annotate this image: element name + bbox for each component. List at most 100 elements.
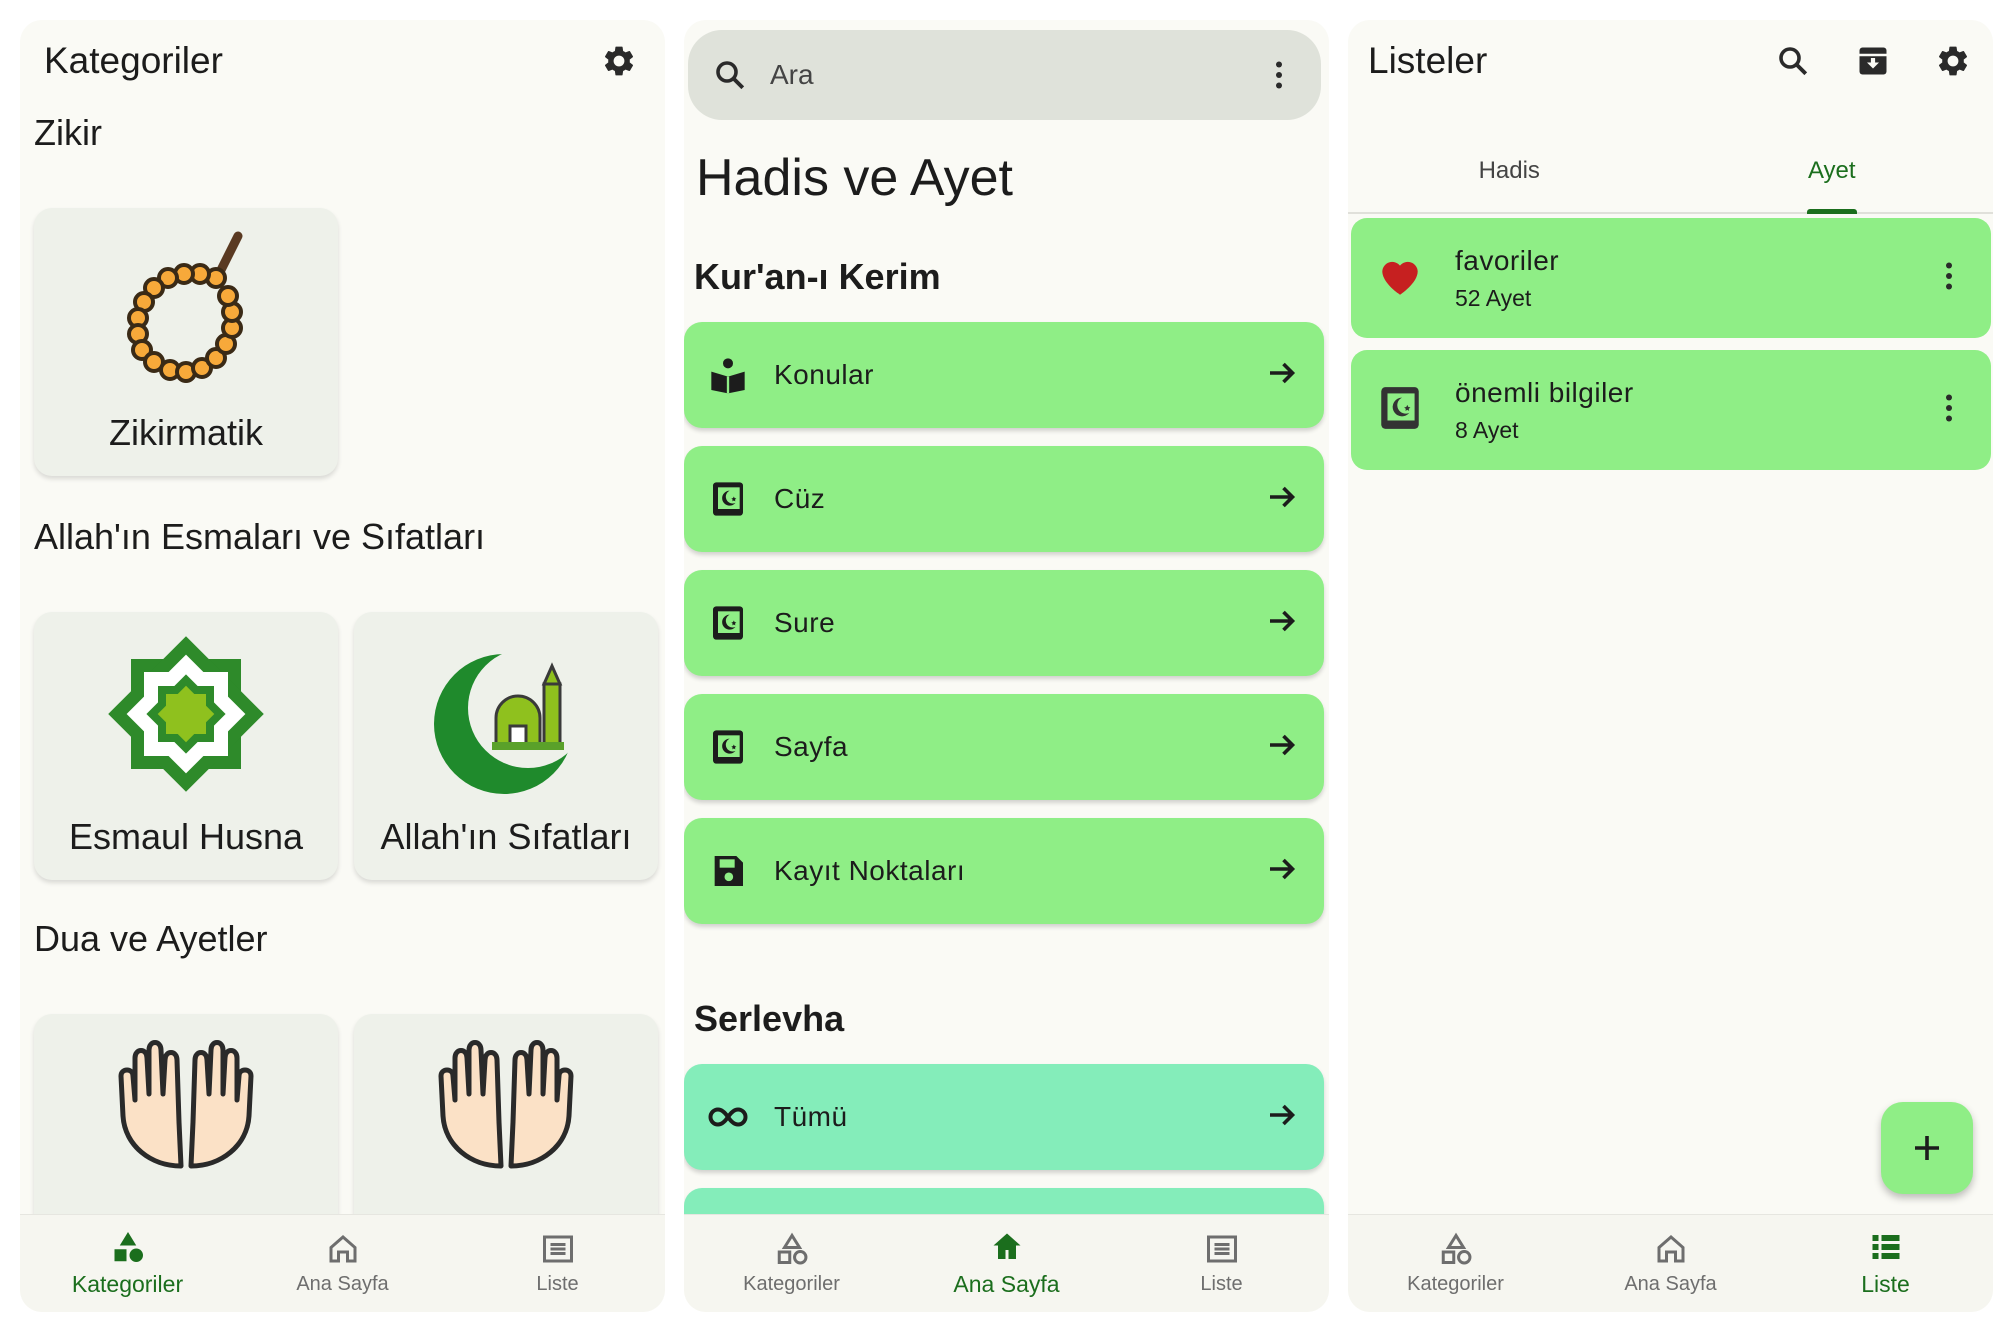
nav-label: Kategoriler <box>743 1273 840 1295</box>
settings-button[interactable] <box>597 39 641 83</box>
quran-icon <box>713 482 743 516</box>
arrow-right-icon <box>1270 858 1296 879</box>
row-label: Sayfa <box>774 731 849 762</box>
crescent-mosque-icon <box>434 648 586 794</box>
more-vert-icon <box>1946 262 1952 289</box>
arrow-right-icon <box>1270 1104 1296 1125</box>
home-screen: Ara Hadis ve Ayet Kur'an-ı Kerim Konular… <box>684 20 1329 1312</box>
shapes-icon <box>777 1232 807 1265</box>
tab-ayet[interactable]: Ayet <box>1671 130 1994 214</box>
list-item-onemli-bilgiler[interactable]: önemli bilgiler 8 Ayet <box>1351 350 1991 470</box>
search-button[interactable] <box>1771 39 1815 83</box>
search-icon <box>1779 47 1808 76</box>
card-zikirmatik[interactable]: Zikirmatik <box>34 208 338 476</box>
nav-liste[interactable]: Liste <box>450 1215 665 1312</box>
nav-kategoriler[interactable]: Kategoriler <box>684 1215 899 1312</box>
card-esmaul-husna[interactable]: Esmaul Husna <box>34 612 338 880</box>
nav-liste[interactable]: Liste <box>1114 1215 1329 1312</box>
top-app-bar: Kategoriler <box>20 20 665 102</box>
nav-label: Kategoriler <box>1407 1273 1504 1295</box>
save-icon <box>714 856 743 886</box>
nav-label: Liste <box>1200 1273 1243 1295</box>
page-title: Kategoriler <box>44 40 223 81</box>
row-sure[interactable]: Sure <box>684 570 1324 676</box>
list-name: önemli bilgiler <box>1455 376 1634 408</box>
list-icon <box>1206 1235 1237 1263</box>
gear-icon <box>1938 46 1968 76</box>
row-label: Sure <box>774 607 836 638</box>
home-icon <box>1657 1235 1684 1263</box>
tab-bar: Hadis Ayet <box>1348 130 1993 214</box>
quran-icon <box>713 606 743 640</box>
home-icon <box>329 1235 356 1263</box>
nav-kategoriler[interactable]: Kategoriler <box>1348 1215 1563 1312</box>
section-title-zikir: Zikir <box>34 112 102 153</box>
quran-icon <box>713 730 743 764</box>
plus-icon <box>1915 1136 1939 1160</box>
nav-ana-sayfa[interactable]: Ana Sayfa <box>1563 1215 1778 1312</box>
list-options-button[interactable] <box>1931 390 1967 431</box>
nav-label: Liste <box>536 1273 579 1295</box>
infinity-icon <box>708 1107 748 1127</box>
row-kayit-noktalari[interactable]: Kayıt Noktaları <box>684 818 1324 924</box>
heart-icon <box>1382 261 1418 295</box>
search-icon <box>716 61 745 90</box>
bottom-navigation: Kategoriler Ana Sayfa Liste <box>20 1214 665 1312</box>
nav-kategoriler[interactable]: Kategoriler <box>20 1215 235 1312</box>
nav-ana-sayfa[interactable]: Ana Sayfa <box>899 1215 1114 1312</box>
list-name: favoriler <box>1455 244 1560 276</box>
top-app-bar: Listeler <box>1348 20 1993 102</box>
tab-hadis[interactable]: Hadis <box>1348 130 1671 212</box>
nav-liste[interactable]: Liste <box>1778 1215 1993 1312</box>
list-icon <box>1872 1235 1899 1259</box>
row-label: Kayıt Noktaları <box>774 855 966 886</box>
nav-ana-sayfa[interactable]: Ana Sayfa <box>235 1215 450 1312</box>
arrow-right-icon <box>1270 486 1296 507</box>
lists-screen: Listeler Hadis Ayet favoriler 52 Ayet ön… <box>1348 20 1993 1312</box>
bottom-navigation: Kategoriler Ana Sayfa Liste <box>1348 1214 1993 1312</box>
list-options-button[interactable] <box>1931 258 1967 299</box>
archive-icon <box>1859 47 1887 75</box>
more-vert-icon[interactable] <box>1261 57 1297 93</box>
arrow-right-icon <box>1270 362 1296 383</box>
card-allahin-sifatlari[interactable]: Allah'ın Sıfatları <box>354 612 658 880</box>
islamic-star-icon <box>108 636 264 792</box>
page-title: Hadis ve Ayet <box>696 149 1014 207</box>
nav-label: Ana Sayfa <box>953 1271 1060 1297</box>
settings-button[interactable] <box>1931 39 1975 83</box>
card-label: Allah'ın Sıfatları <box>380 816 632 857</box>
arrow-right-icon <box>1270 734 1296 755</box>
shapes-icon <box>114 1232 143 1262</box>
section-title-dua: Dua ve Ayetler <box>34 918 268 959</box>
nav-label: Ana Sayfa <box>296 1273 389 1295</box>
home-icon <box>993 1233 1020 1259</box>
row-sayfa[interactable]: Sayfa <box>684 694 1324 800</box>
prayer-beads-icon <box>127 231 243 383</box>
list-count: 52 Ayet <box>1455 284 1532 311</box>
section-title-serlevha: Serlevha <box>694 998 845 1039</box>
section-title-kuran: Kur'an-ı Kerim <box>694 256 941 297</box>
row-tumu[interactable]: Tümü <box>684 1064 1324 1170</box>
book-reader-icon <box>711 358 745 394</box>
row-konular[interactable]: Konular <box>684 322 1324 428</box>
search-placeholder: Ara <box>770 59 814 90</box>
more-vert-icon <box>1946 394 1952 421</box>
row-cuz[interactable]: Cüz <box>684 446 1324 552</box>
card-label: Esmaul Husna <box>68 816 304 857</box>
quran-icon <box>1381 386 1419 429</box>
shapes-icon <box>1441 1232 1471 1265</box>
list-icon <box>542 1235 573 1263</box>
list-item-favoriler[interactable]: favoriler 52 Ayet <box>1351 218 1991 338</box>
archive-button[interactable] <box>1851 39 1895 83</box>
add-list-button[interactable] <box>1881 1102 1973 1194</box>
categories-screen: Kategoriler Zikir Zikirmatik Allah'ın Es… <box>20 20 665 1312</box>
bottom-navigation: Kategoriler Ana Sayfa Liste <box>684 1214 1329 1312</box>
row-label: Tümü <box>774 1101 848 1132</box>
search-bar[interactable]: Ara <box>688 30 1321 120</box>
nav-label: Ana Sayfa <box>1624 1273 1717 1295</box>
gear-icon <box>604 46 634 76</box>
card-label: Zikirmatik <box>109 412 263 453</box>
nav-label: Liste <box>1861 1271 1910 1297</box>
arrow-right-icon <box>1270 610 1296 631</box>
praying-hands-icon <box>438 1040 574 1169</box>
